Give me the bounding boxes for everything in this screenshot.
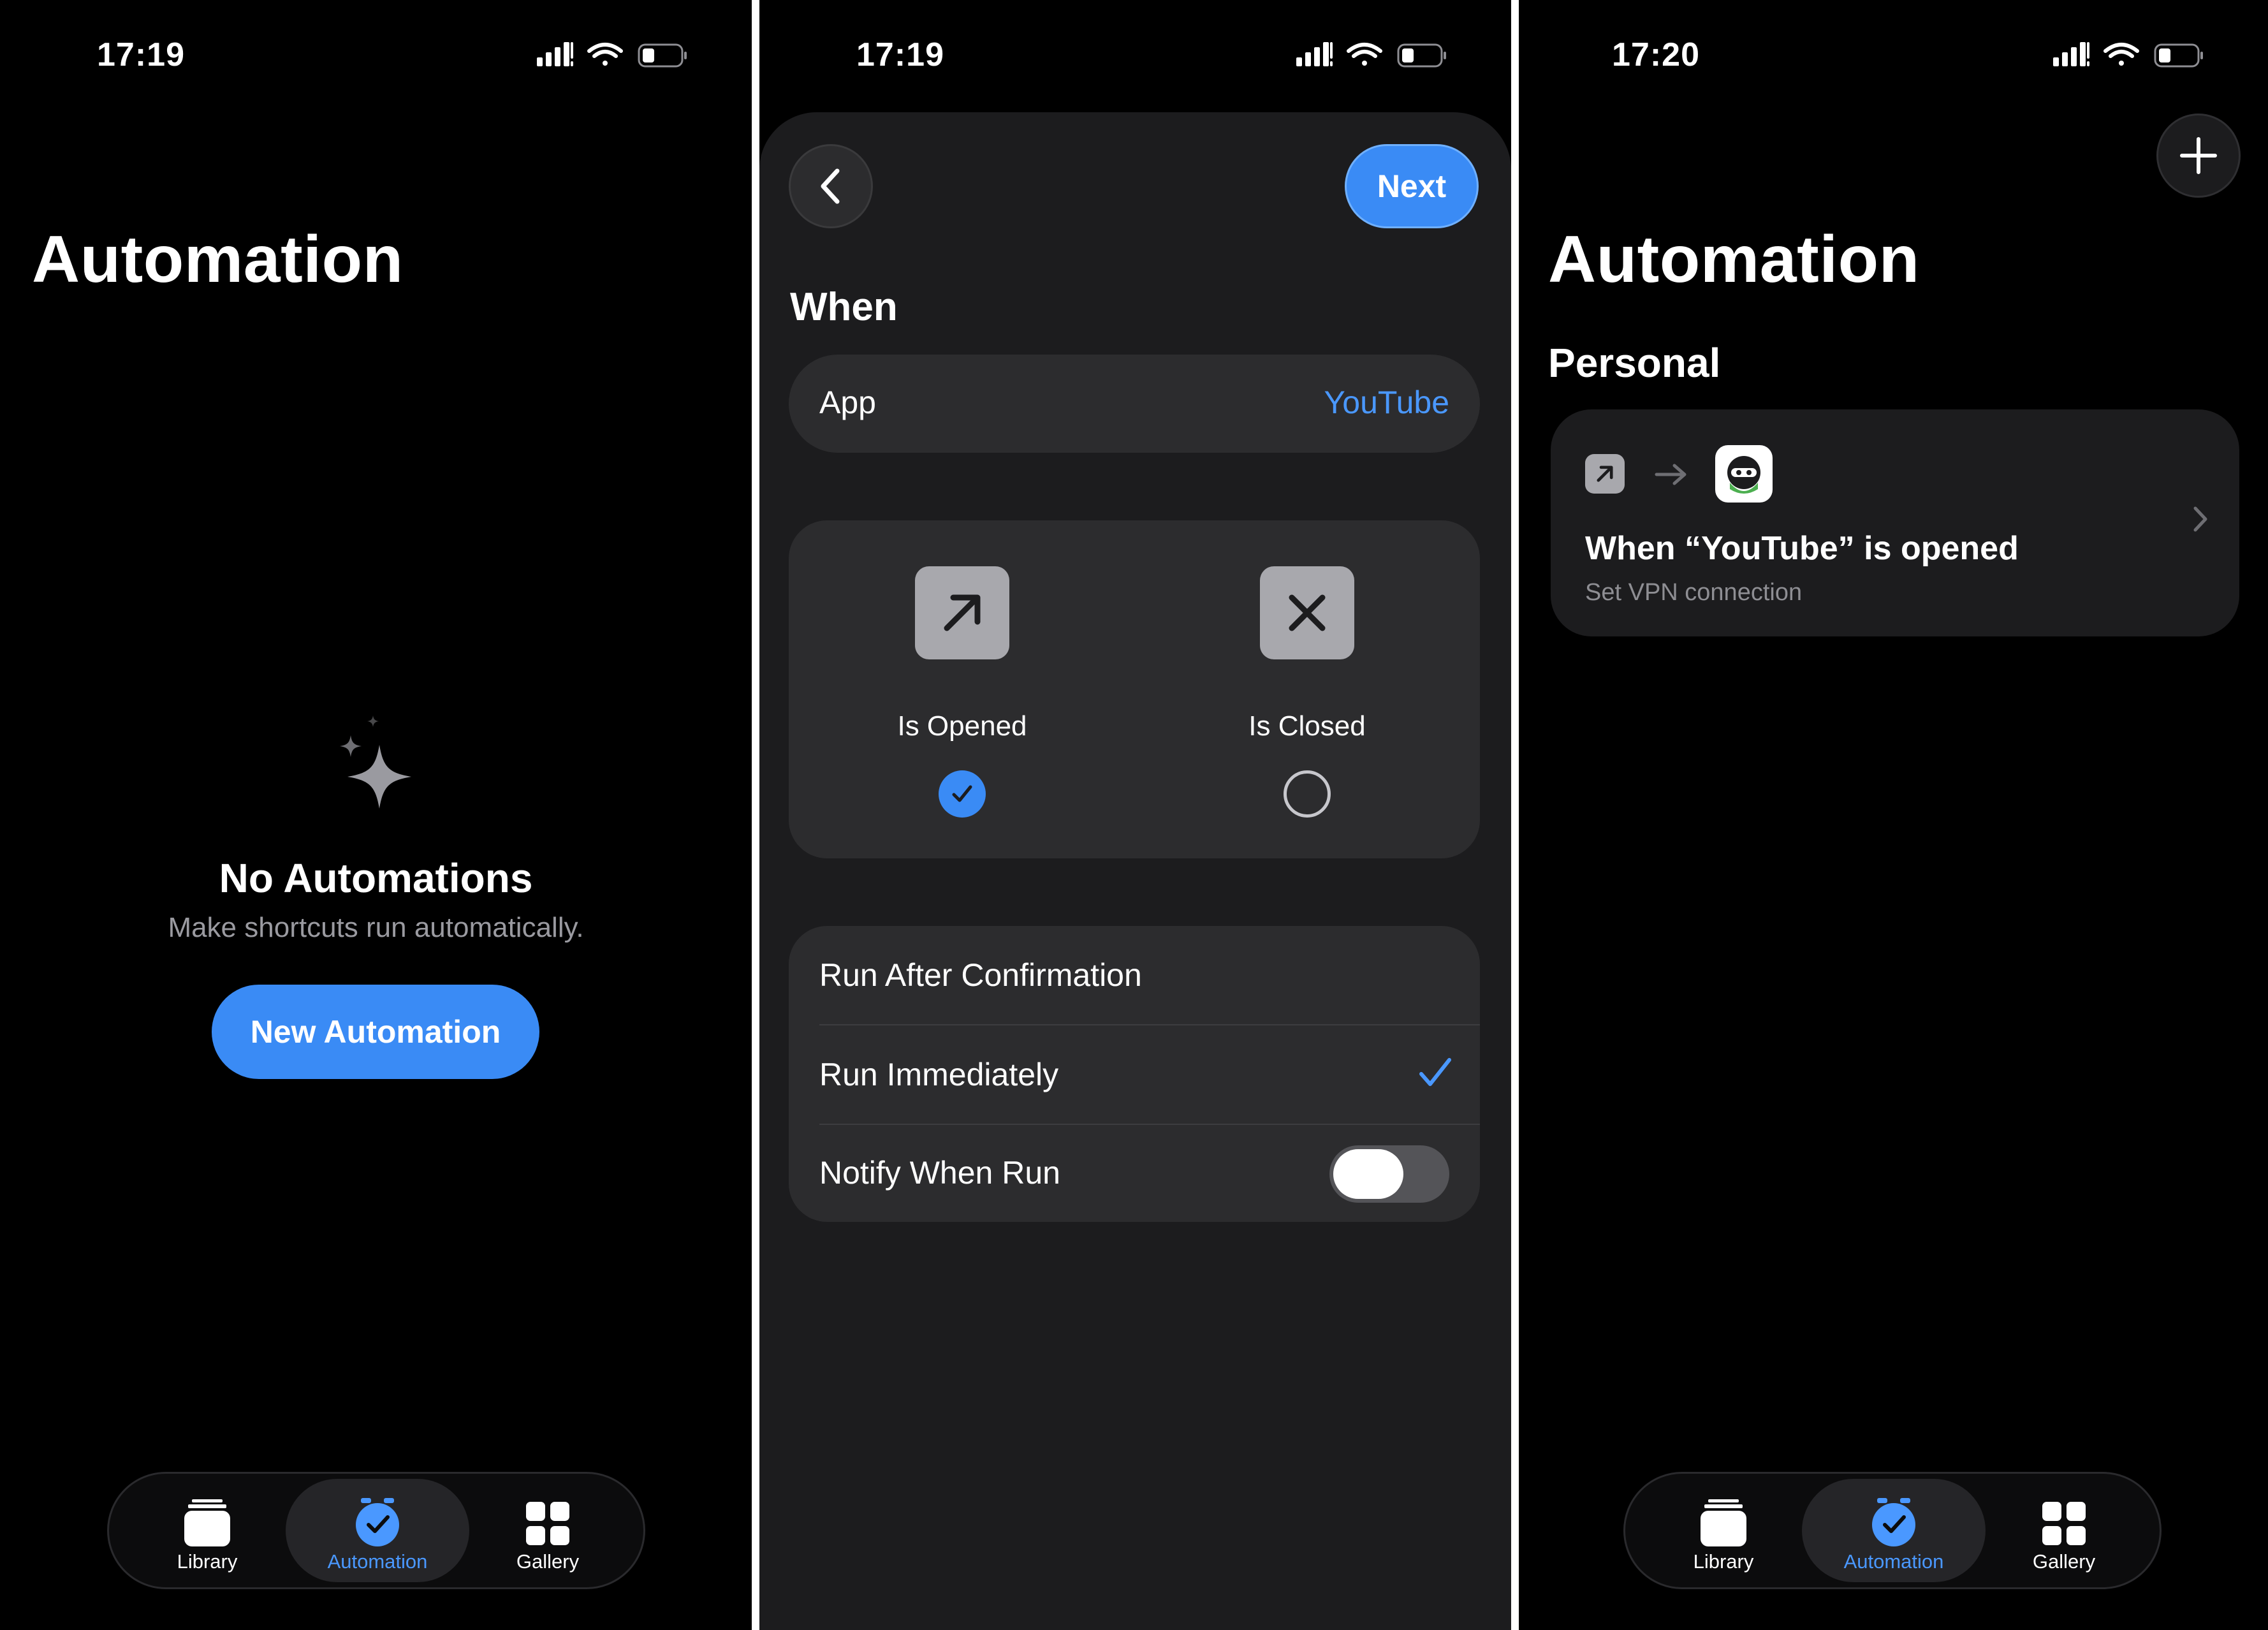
checkmark-icon [1419, 1058, 1451, 1086]
status-icons [537, 42, 690, 70]
new-automation-button[interactable]: New Automation [212, 985, 539, 1079]
chevron-left-icon [821, 168, 840, 204]
screen-automation-list: 17:20 Automation Personal When “YouTube”… [1519, 0, 2268, 1630]
section-title-personal: Personal [1548, 340, 1721, 386]
wifi-icon [1347, 43, 1382, 66]
library-icon [1699, 1498, 1748, 1551]
status-time: 17:19 [856, 36, 944, 73]
screen-when-app: 17:19 Next When App YouTube Is Opened Is… [759, 0, 1511, 1630]
run-options-card: Run After Confirmation Run Immediately N… [789, 926, 1480, 1222]
status-icons [2053, 42, 2206, 70]
row-label: Run After Confirmation [819, 957, 1142, 993]
page-title: Automation [1548, 223, 1920, 297]
wifi-icon [2103, 43, 2139, 66]
add-automation-button[interactable] [2156, 114, 2241, 198]
arrow-up-right-icon [915, 566, 1009, 659]
tab-bar: Library Automation Gallery [107, 1472, 645, 1589]
radio-selected[interactable] [939, 770, 986, 818]
tab-label: Gallery [2032, 1550, 2096, 1573]
x-mark-icon [1260, 566, 1354, 659]
tab-label: Library [1693, 1550, 1754, 1573]
run-after-confirmation-row[interactable]: Run After Confirmation [789, 926, 1480, 1024]
tab-library[interactable]: Library [115, 1479, 299, 1582]
run-immediately-row[interactable]: Run Immediately [789, 1025, 1480, 1124]
gallery-grid-icon [523, 1498, 572, 1551]
tab-bar: Library Automation Gallery [1623, 1472, 2162, 1589]
option-label: Is Closed [1248, 710, 1366, 742]
vpn-ninja-app-icon [1715, 445, 1773, 503]
signal-icon [537, 42, 573, 66]
library-icon [183, 1498, 231, 1551]
status-time: 17:20 [1612, 36, 1700, 73]
automation-clock-icon [1869, 1498, 1918, 1551]
row-label: Notify When Run [819, 1155, 1060, 1191]
sparkles-icon [328, 713, 430, 825]
arrow-right-icon [1655, 464, 1686, 485]
tab-gallery[interactable]: Gallery [456, 1479, 640, 1582]
app-row[interactable]: App YouTube [789, 355, 1480, 453]
automation-subtitle: Set VPN connection [1585, 579, 1803, 606]
trigger-options-card: Is Opened Is Closed [789, 520, 1480, 858]
app-row-value: YouTube [1324, 385, 1449, 420]
tab-label: Automation [1843, 1550, 1944, 1573]
status-icons [1296, 42, 1449, 70]
back-button[interactable] [789, 144, 873, 228]
wifi-icon [587, 43, 623, 66]
section-title-when: When [790, 285, 898, 329]
notify-toggle[interactable] [1329, 1145, 1449, 1203]
empty-state-title: No Automations [219, 855, 533, 901]
page-title: Automation [32, 223, 404, 297]
radio-unselected[interactable] [1284, 770, 1331, 818]
signal-icon [2053, 42, 2089, 66]
automation-title: When “YouTube” is opened [1585, 530, 2019, 567]
tab-library[interactable]: Library [1632, 1479, 1815, 1582]
tab-label: Gallery [516, 1550, 580, 1573]
tab-label: Automation [327, 1550, 428, 1573]
plus-icon [2180, 137, 2217, 174]
option-label: Is Opened [897, 710, 1027, 742]
app-row-label: App [819, 385, 876, 420]
tab-gallery[interactable]: Gallery [1972, 1479, 2156, 1582]
screen-automation-empty: 17:19 Automation No Automations Make sho… [0, 0, 752, 1630]
checkmark-icon [952, 785, 972, 802]
row-label: Run Immediately [819, 1057, 1059, 1092]
automation-item[interactable]: When “YouTube” is opened Set VPN connect… [1551, 409, 2239, 636]
next-button[interactable]: Next [1345, 144, 1479, 228]
signal-icon [1296, 42, 1333, 66]
notify-when-run-row: Notify When Run [789, 1125, 1480, 1222]
automation-clock-icon [353, 1498, 402, 1551]
battery-icon [2154, 43, 2203, 68]
gallery-grid-icon [2040, 1498, 2088, 1551]
tab-label: Library [177, 1550, 238, 1573]
tab-automation[interactable]: Automation [286, 1479, 469, 1582]
sheet: Next When App YouTube Is Opened Is Close… [759, 112, 1511, 1630]
arrow-up-right-icon [1585, 454, 1625, 494]
tab-automation[interactable]: Automation [1802, 1479, 1986, 1582]
status-time: 17:19 [97, 36, 185, 73]
chevron-right-icon [2193, 506, 2207, 532]
battery-icon [638, 43, 687, 68]
empty-state-subtitle: Make shortcuts run automatically. [168, 912, 584, 943]
battery-icon [1397, 43, 1446, 68]
